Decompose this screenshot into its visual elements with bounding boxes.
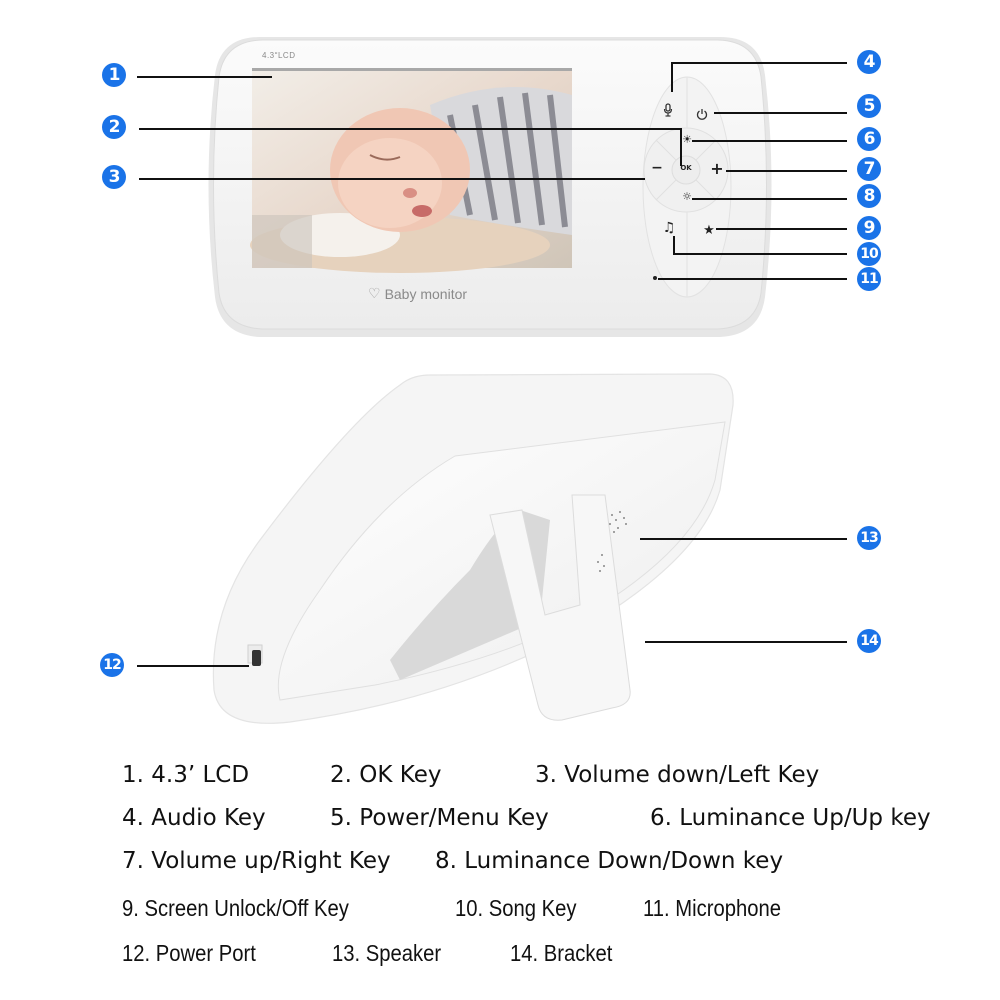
- legend-row-1: 1. 4.3’ LCD 2. OK Key 3. Volume down/Lef…: [0, 762, 1000, 792]
- callout-badge-5: 5: [857, 94, 881, 118]
- leader-line-6: [692, 140, 847, 142]
- callout-badge-10: 10: [857, 242, 881, 266]
- legend-row-4: 9. Screen Unlock/Off Key 10. Song Key 11…: [0, 895, 1000, 925]
- legend-item-8: 8. Luminance Down/Down key: [435, 848, 784, 874]
- callout-badge-13: 13: [857, 526, 881, 550]
- leader-line-4: [671, 62, 847, 64]
- screen-size-label: 4.3ʺLCD: [262, 51, 296, 60]
- hearts-icon: ♡: [368, 285, 381, 301]
- callout-badge-7: 7: [857, 157, 881, 181]
- leader-line-9: [716, 228, 847, 230]
- device-back-body: [212, 373, 734, 724]
- callout-badge-3: 3: [102, 165, 126, 189]
- leader-line-7: [726, 170, 847, 172]
- star-icon[interactable]: ★: [702, 223, 716, 238]
- leader-line-11: [658, 278, 847, 280]
- microphone-icon[interactable]: [661, 103, 675, 120]
- callout-badge-4: 4: [857, 50, 881, 74]
- leader-line-2-v: [680, 128, 682, 166]
- legend-item-1: 1. 4.3’ LCD: [122, 762, 250, 788]
- brand-text: Baby monitor: [384, 285, 468, 302]
- leader-line-14: [645, 641, 847, 643]
- legend-row-5: 12. Power Port 13. Speaker 14. Bracket: [0, 940, 1000, 970]
- legend-item-12: 12. Power Port: [122, 940, 256, 966]
- callout-badge-6: 6: [857, 127, 881, 151]
- minus-button[interactable]: −: [650, 160, 664, 176]
- leader-line-2: [139, 128, 681, 130]
- legend-item-11: 11. Microphone: [643, 895, 782, 921]
- legend-item-7: 7. Volume up/Right Key: [122, 848, 391, 874]
- leader-line-10-v: [673, 236, 675, 254]
- callout-badge-11: 11: [857, 267, 881, 291]
- legend-item-5: 5. Power/Menu Key: [330, 805, 549, 831]
- leader-line-12: [137, 665, 249, 667]
- device-front-body: [208, 37, 772, 337]
- leader-line-13: [640, 538, 847, 540]
- leader-line-10: [673, 253, 847, 255]
- legend-row-3: 7. Volume up/Right Key 8. Luminance Down…: [0, 848, 1000, 878]
- callout-badge-2: 2: [102, 115, 126, 139]
- power-icon[interactable]: [695, 105, 709, 124]
- legend-row-2: 4. Audio Key 5. Power/Menu Key 6. Lumina…: [0, 805, 1000, 835]
- callout-badge-12: 12: [100, 653, 124, 677]
- brand-logo: ♡ Baby monitor: [368, 285, 467, 302]
- sun-outline-icon[interactable]: ☼: [680, 190, 694, 203]
- legend-item-14: 14. Bracket: [510, 940, 613, 966]
- ok-button[interactable]: OK: [676, 164, 696, 172]
- legend-item-13: 13. Speaker: [332, 940, 442, 966]
- callout-badge-14: 14: [857, 629, 881, 653]
- back-view: [200, 360, 760, 730]
- legend-item-2: 2. OK Key: [330, 762, 442, 788]
- callout-badge-9: 9: [857, 216, 881, 240]
- callout-badge-1: 1: [102, 63, 126, 87]
- leader-line-4-v: [671, 62, 673, 92]
- front-view: 4.3ʺLCD ♡ Baby monitor ☀ OK − + ☼ ♫ ★: [200, 35, 780, 340]
- music-note-icon[interactable]: ♫: [662, 220, 676, 236]
- leader-line-3: [139, 178, 645, 180]
- legend-item-4: 4. Audio Key: [122, 805, 266, 831]
- legend-item-10: 10. Song Key: [455, 895, 577, 921]
- leader-line-5: [714, 112, 847, 114]
- legend-item-9: 9. Screen Unlock/Off Key: [122, 895, 349, 921]
- legend-item-3: 3. Volume down/Left Key: [535, 762, 820, 788]
- legend-item-6: 6. Luminance Up/Up key: [650, 805, 931, 831]
- leader-line-1: [137, 76, 272, 78]
- callout-badge-8: 8: [857, 184, 881, 208]
- leader-line-8: [692, 198, 847, 200]
- plus-button[interactable]: +: [710, 159, 724, 178]
- power-port: [252, 650, 261, 666]
